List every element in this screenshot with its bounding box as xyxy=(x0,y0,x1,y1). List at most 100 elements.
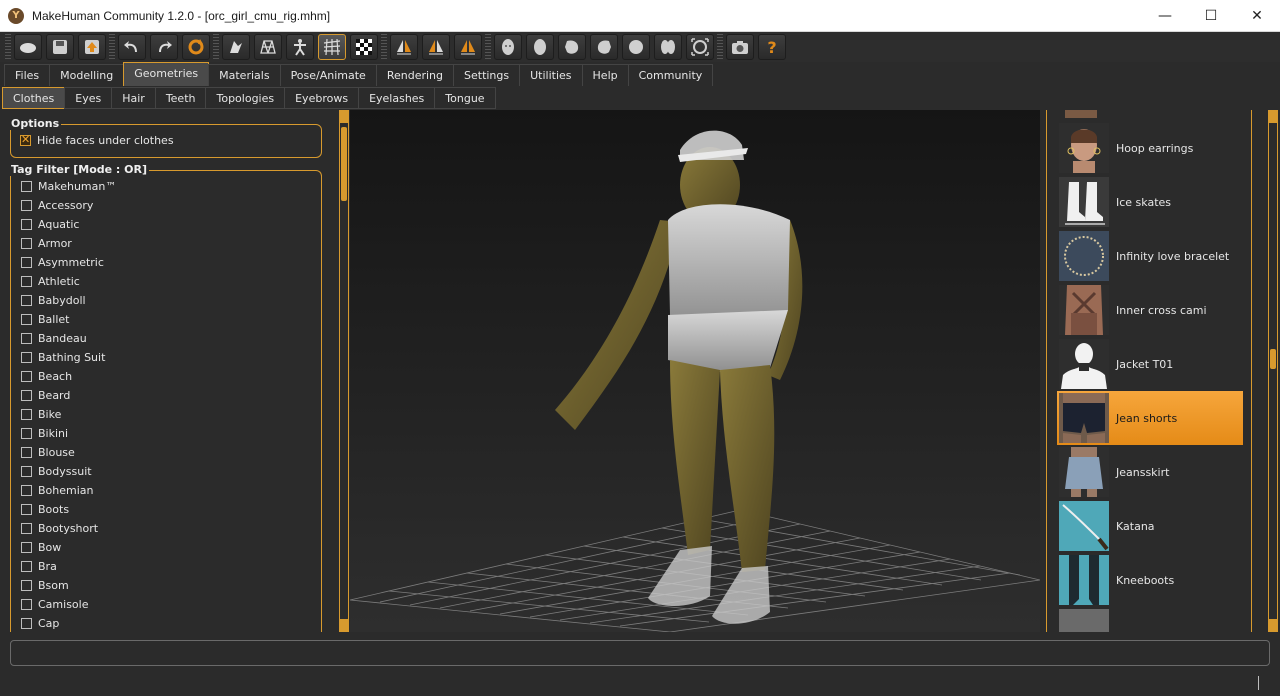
left-view-icon[interactable] xyxy=(558,34,586,60)
tag-checkbox-row[interactable]: Bohemian xyxy=(11,481,321,500)
hide-faces-checkbox[interactable] xyxy=(20,133,31,146)
subtab-hair[interactable]: Hair xyxy=(111,87,156,109)
save-icon[interactable] xyxy=(46,34,74,60)
symmetry-icon[interactable] xyxy=(454,34,482,60)
subtab-eyelashes[interactable]: Eyelashes xyxy=(358,87,436,109)
back-view-icon[interactable] xyxy=(526,34,554,60)
subtab-teeth[interactable]: Teeth xyxy=(154,87,207,109)
tag-checkbox-row[interactable]: Beard xyxy=(11,386,321,405)
tag-checkbox[interactable] xyxy=(21,504,32,515)
scroll-down-arrow[interactable] xyxy=(340,619,348,631)
list-item-infinity-love-bracelet[interactable]: Infinity love bracelet xyxy=(1057,229,1243,283)
tag-checkbox-row[interactable]: Asymmetric xyxy=(11,253,321,272)
maximize-button[interactable]: ☐ xyxy=(1188,0,1234,32)
tab-community[interactable]: Community xyxy=(627,64,714,86)
tab-geometries[interactable]: Geometries xyxy=(123,62,210,86)
hide-faces-checkbox-row[interactable]: Hide faces under clothes xyxy=(11,131,321,150)
right-view-icon[interactable] xyxy=(590,34,618,60)
checker-icon[interactable] xyxy=(350,34,378,60)
resize-grip[interactable] xyxy=(1258,676,1259,690)
reset-camera-icon[interactable] xyxy=(686,34,714,60)
scroll-thumb[interactable] xyxy=(341,127,347,201)
tag-checkbox[interactable] xyxy=(21,333,32,344)
tag-checkbox[interactable] xyxy=(21,219,32,230)
tag-checkbox[interactable] xyxy=(21,466,32,477)
tab-rendering[interactable]: Rendering xyxy=(375,64,454,86)
tag-checkbox[interactable] xyxy=(21,542,32,553)
tag-checkbox[interactable] xyxy=(21,314,32,325)
export-icon[interactable] xyxy=(78,34,106,60)
list-item-jean-shorts[interactable]: Jean shorts xyxy=(1057,391,1243,445)
tab-modelling[interactable]: Modelling xyxy=(49,64,125,86)
tag-checkbox-row[interactable]: Blouse xyxy=(11,443,321,462)
right-scrollbar[interactable] xyxy=(1268,110,1278,632)
tag-checkbox-row[interactable]: Armor xyxy=(11,234,321,253)
3d-viewport[interactable] xyxy=(350,110,1040,632)
tag-checkbox-row[interactable]: Makehuman™ xyxy=(11,177,321,196)
wireframe-icon[interactable] xyxy=(254,34,282,60)
tag-checkbox-row[interactable]: Cap xyxy=(11,614,321,632)
list-item-jeansskirt[interactable]: Jeansskirt xyxy=(1057,445,1243,499)
pose-icon[interactable] xyxy=(286,34,314,60)
scroll-down-arrow[interactable] xyxy=(1269,619,1277,631)
subtab-tongue[interactable]: Tongue xyxy=(434,87,496,109)
tag-checkbox-row[interactable]: Bsom xyxy=(11,576,321,595)
list-item-ice-skates[interactable]: Ice skates xyxy=(1057,175,1243,229)
tab-help[interactable]: Help xyxy=(581,64,629,86)
top-view-icon[interactable] xyxy=(622,34,650,60)
redo-icon[interactable] xyxy=(150,34,178,60)
subtab-eyebrows[interactable]: Eyebrows xyxy=(284,87,360,109)
subtab-topologies[interactable]: Topologies xyxy=(205,87,286,109)
tab-files[interactable]: Files xyxy=(4,64,51,86)
list-item-hoop-earrings[interactable]: Hoop earrings xyxy=(1057,121,1243,175)
tag-checkbox-row[interactable]: Accessory xyxy=(11,196,321,215)
reset-icon[interactable] xyxy=(182,34,210,60)
symmetry-right-icon[interactable] xyxy=(390,34,418,60)
tag-checkbox[interactable] xyxy=(21,523,32,534)
scroll-up-arrow[interactable] xyxy=(1269,111,1277,123)
subtab-clothes[interactable]: Clothes xyxy=(2,87,66,109)
tab-utilities[interactable]: Utilities xyxy=(519,64,583,86)
tag-checkbox[interactable] xyxy=(21,485,32,496)
tag-checkbox-row[interactable]: Aquatic xyxy=(11,215,321,234)
tab-materials[interactable]: Materials xyxy=(208,64,281,86)
tag-checkbox-row[interactable]: Bathing Suit xyxy=(11,348,321,367)
tag-checkbox-row[interactable]: Bandeau xyxy=(11,329,321,348)
tag-checkbox[interactable] xyxy=(21,447,32,458)
undo-icon[interactable] xyxy=(118,34,146,60)
tag-checkbox[interactable] xyxy=(21,561,32,572)
tag-checkbox-row[interactable]: Athletic xyxy=(11,272,321,291)
tag-checkbox-row[interactable]: Babydoll xyxy=(11,291,321,310)
tag-checkbox[interactable] xyxy=(21,257,32,268)
tag-checkbox[interactable] xyxy=(21,409,32,420)
close-button[interactable]: ✕ xyxy=(1234,0,1280,32)
tag-checkbox-row[interactable]: Bra xyxy=(11,557,321,576)
tag-checkbox[interactable] xyxy=(21,276,32,287)
list-item-inner-cross-cami[interactable]: Inner cross cami xyxy=(1057,283,1243,337)
tag-checkbox[interactable] xyxy=(21,238,32,249)
tag-checkbox[interactable] xyxy=(21,428,32,439)
tag-checkbox[interactable] xyxy=(21,181,32,192)
tag-checkbox[interactable] xyxy=(21,371,32,382)
list-item-jacket-t01[interactable]: Jacket T01 xyxy=(1057,337,1243,391)
scroll-up-arrow[interactable] xyxy=(340,111,348,123)
tag-checkbox-row[interactable]: Bikini xyxy=(11,424,321,443)
symmetry-left-icon[interactable] xyxy=(422,34,450,60)
tag-checkbox-row[interactable]: Boots xyxy=(11,500,321,519)
tab-settings[interactable]: Settings xyxy=(453,64,521,86)
tag-checkbox[interactable] xyxy=(21,599,32,610)
list-item-kneeboots[interactable]: Kneeboots xyxy=(1057,553,1243,607)
scroll-thumb[interactable] xyxy=(1270,349,1276,369)
new-icon[interactable] xyxy=(14,34,42,60)
tag-checkbox[interactable] xyxy=(21,390,32,401)
tag-checkbox-row[interactable]: Bootyshort xyxy=(11,519,321,538)
tag-checkbox[interactable] xyxy=(21,200,32,211)
tag-checkbox[interactable] xyxy=(21,618,32,629)
tab-pose-animate[interactable]: Pose/Animate xyxy=(279,64,377,86)
tag-checkbox-row[interactable]: Bodyssuit xyxy=(11,462,321,481)
tag-checkbox-row[interactable]: Camisole xyxy=(11,595,321,614)
left-scrollbar[interactable] xyxy=(339,110,349,632)
tag-checkbox[interactable] xyxy=(21,580,32,591)
smooth-icon[interactable] xyxy=(222,34,250,60)
grid-icon[interactable] xyxy=(318,34,346,60)
